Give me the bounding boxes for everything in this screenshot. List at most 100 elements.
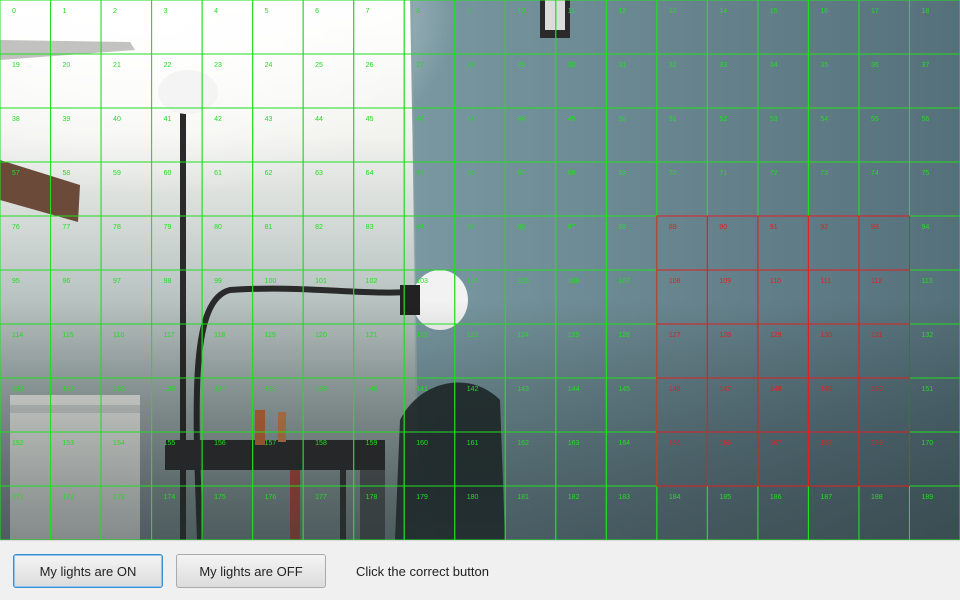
grid-cell-border[interactable] — [807, 53, 860, 109]
grid-cell-158[interactable]: 158 — [302, 431, 355, 487]
grid-cell-14[interactable]: 14 — [706, 0, 759, 55]
grid-cell-84[interactable]: 84 — [403, 215, 456, 271]
grid-cell-22[interactable]: 22 — [151, 53, 203, 109]
grid-cell-border[interactable] — [403, 377, 456, 433]
grid-cell-border[interactable] — [605, 485, 658, 540]
grid-cell-120[interactable]: 120 — [302, 323, 355, 379]
grid-cell-border[interactable] — [252, 161, 304, 217]
grid-cell-55[interactable]: 55 — [858, 107, 910, 163]
grid-cell-border[interactable] — [454, 215, 506, 271]
grid-cell-border[interactable] — [555, 161, 607, 217]
grid-cell-180[interactable]: 180 — [454, 485, 506, 540]
grid-cell-border[interactable] — [201, 377, 254, 433]
grid-cell-border[interactable] — [353, 269, 405, 325]
grid-cell-border[interactable] — [201, 485, 254, 540]
grid-cell-139[interactable]: 139 — [302, 377, 355, 433]
grid-cell-border[interactable] — [858, 107, 910, 163]
grid-cell-border[interactable] — [454, 485, 506, 540]
grid-cell-border[interactable] — [908, 161, 960, 217]
grid-cell-47[interactable]: 47 — [454, 107, 506, 163]
grid-cell-75[interactable]: 75 — [908, 161, 960, 217]
grid-cell-border[interactable] — [605, 431, 658, 487]
grid-cell-border[interactable] — [0, 377, 52, 433]
grid-cell-border[interactable] — [302, 215, 355, 271]
grid-cell-127[interactable]: 127 — [656, 323, 708, 379]
grid-cell-73[interactable]: 73 — [807, 161, 860, 217]
grid-cell-border[interactable] — [908, 53, 960, 109]
grid-cell-35[interactable]: 35 — [807, 53, 860, 109]
grid-cell-border[interactable] — [454, 377, 506, 433]
grid-cell-52[interactable]: 52 — [706, 107, 759, 163]
grid-cell-87[interactable]: 87 — [555, 215, 607, 271]
grid-cell-7[interactable]: 7 — [353, 0, 405, 55]
grid-cell-border[interactable] — [807, 431, 860, 487]
grid-cell-174[interactable]: 174 — [151, 485, 203, 540]
grid-cell-160[interactable]: 160 — [403, 431, 456, 487]
grid-cell-134[interactable]: 134 — [50, 377, 102, 433]
grid-cell-49[interactable]: 49 — [555, 107, 607, 163]
grid-cell-border[interactable] — [151, 107, 203, 163]
grid-cell-162[interactable]: 162 — [504, 431, 557, 487]
grid-cell-168[interactable]: 168 — [807, 431, 860, 487]
grid-cell-border[interactable] — [858, 0, 910, 55]
grid-cell-border[interactable] — [0, 107, 52, 163]
grid-cell-107[interactable]: 107 — [605, 269, 658, 325]
grid-cell-border[interactable] — [100, 53, 153, 109]
grid-cell-182[interactable]: 182 — [555, 485, 607, 540]
grid-cell-133[interactable]: 133 — [0, 377, 52, 433]
grid-cell-border[interactable] — [50, 323, 102, 379]
grid-cell-border[interactable] — [353, 485, 405, 540]
grid-cell-border[interactable] — [504, 377, 557, 433]
grid-cell-124[interactable]: 124 — [504, 323, 557, 379]
grid-cell-border[interactable] — [100, 0, 153, 55]
grid-cell-border[interactable] — [555, 431, 607, 487]
grid-cell-border[interactable] — [656, 377, 708, 433]
grid-cell-26[interactable]: 26 — [353, 53, 405, 109]
grid-cell-border[interactable] — [706, 485, 759, 540]
grid-cell-border[interactable] — [706, 269, 759, 325]
grid-cell-border[interactable] — [908, 431, 960, 487]
grid-cell-70[interactable]: 70 — [656, 161, 708, 217]
grid-cell-171[interactable]: 171 — [0, 485, 52, 540]
grid-cell-159[interactable]: 159 — [353, 431, 405, 487]
grid-cell-border[interactable] — [656, 0, 708, 55]
grid-cell-100[interactable]: 100 — [252, 269, 304, 325]
grid-cell-72[interactable]: 72 — [757, 161, 809, 217]
grid-cell-border[interactable] — [50, 107, 102, 163]
grid-cell-63[interactable]: 63 — [302, 161, 355, 217]
grid-cell-17[interactable]: 17 — [858, 0, 910, 55]
grid-cell-44[interactable]: 44 — [302, 107, 355, 163]
grid-cell-85[interactable]: 85 — [454, 215, 506, 271]
grid-cell-97[interactable]: 97 — [100, 269, 153, 325]
grid-cell-154[interactable]: 154 — [100, 431, 153, 487]
grid-cell-10[interactable]: 10 — [504, 0, 557, 55]
grid-cell-50[interactable]: 50 — [605, 107, 658, 163]
grid-cell-border[interactable] — [555, 269, 607, 325]
grid-cell-border[interactable] — [656, 323, 708, 379]
grid-cell-113[interactable]: 113 — [908, 269, 960, 325]
grid-cell-border[interactable] — [403, 107, 456, 163]
grid-cell-64[interactable]: 64 — [353, 161, 405, 217]
grid-cell-border[interactable] — [302, 107, 355, 163]
grid-cell-104[interactable]: 104 — [454, 269, 506, 325]
grid-cell-border[interactable] — [403, 215, 456, 271]
grid-cell-30[interactable]: 30 — [555, 53, 607, 109]
grid-cell-border[interactable] — [0, 161, 52, 217]
grid-cell-border[interactable] — [252, 215, 304, 271]
grid-cell-136[interactable]: 136 — [151, 377, 203, 433]
grid-cell-13[interactable]: 13 — [656, 0, 708, 55]
grid-cell-border[interactable] — [605, 377, 658, 433]
grid-cell-border[interactable] — [201, 323, 254, 379]
grid-cell-140[interactable]: 140 — [353, 377, 405, 433]
grid-cell-27[interactable]: 27 — [403, 53, 456, 109]
grid-cell-border[interactable] — [0, 53, 52, 109]
grid-cell-76[interactable]: 76 — [0, 215, 52, 271]
grid-cell-175[interactable]: 175 — [201, 485, 254, 540]
grid-cell-border[interactable] — [302, 377, 355, 433]
grid-cell-155[interactable]: 155 — [151, 431, 203, 487]
grid-cell-62[interactable]: 62 — [252, 161, 304, 217]
grid-cell-border[interactable] — [555, 215, 607, 271]
grid-cell-border[interactable] — [757, 161, 809, 217]
grid-cell-border[interactable] — [302, 323, 355, 379]
grid-cell-border[interactable] — [403, 161, 456, 217]
